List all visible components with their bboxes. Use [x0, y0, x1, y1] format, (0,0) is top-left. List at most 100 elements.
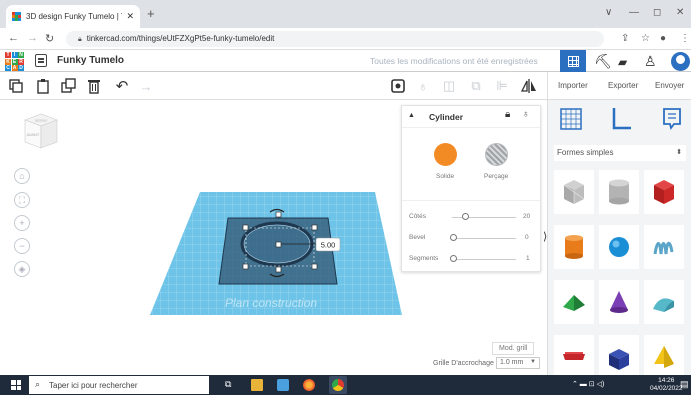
copy-icon[interactable] — [8, 78, 24, 94]
forward-arrow-icon[interactable]: → — [27, 32, 38, 44]
maximize-button[interactable]: ◻ — [653, 7, 661, 18]
segments-slider-track[interactable] — [452, 259, 516, 260]
save-status: Toutes les modifications ont été enregis… — [370, 56, 538, 66]
search-icon: ⌕ — [35, 379, 41, 389]
shape-tile[interactable] — [554, 335, 594, 375]
avatar[interactable] — [671, 52, 690, 71]
resize-handle[interactable] — [275, 266, 282, 273]
resize-handle[interactable] — [311, 224, 318, 231]
browser-tab[interactable]: 3D design Funky Tumelo | Tinke ✕ — [6, 5, 140, 28]
shape-tile[interactable] — [599, 225, 639, 269]
mirror-icon[interactable] — [521, 78, 537, 94]
redo-icon[interactable]: → — [138, 78, 154, 94]
shape-tile[interactable] — [644, 225, 684, 269]
design-list-icon[interactable] — [35, 54, 47, 67]
menu-kebab-icon[interactable]: ⋮ — [680, 33, 690, 44]
bevel-slider-knob[interactable] — [450, 234, 457, 241]
shape-tile[interactable] — [644, 335, 684, 375]
paste-icon[interactable] — [35, 78, 51, 94]
firefox-icon[interactable] — [303, 379, 315, 391]
shape-tile[interactable] — [554, 225, 594, 269]
snap-grid-label: Grille D'accrochage — [433, 360, 494, 367]
segments-slider-knob[interactable] — [450, 255, 457, 262]
chrome-icon[interactable] — [332, 379, 344, 391]
bevel-slider-track[interactable] — [452, 238, 516, 239]
shape-tile[interactable] — [599, 170, 639, 214]
cylinder-hole-icon — [609, 179, 629, 205]
teams-icon[interactable] — [277, 379, 289, 391]
solid-color-swatch[interactable] — [434, 143, 457, 166]
add-user-icon[interactable]: ♙ — [644, 53, 657, 70]
browser-tab-bar: 3D design Funky Tumelo | Tinke ✕ + ∨ — ◻… — [0, 0, 691, 28]
param-label: Bevel — [409, 234, 426, 241]
scribble-icon — [653, 241, 674, 255]
solid-label: Solide — [436, 173, 455, 180]
collapse-arrow-icon[interactable]: ▲ — [408, 112, 415, 119]
profile-icon[interactable]: ● — [660, 33, 666, 44]
tinkercad-logo[interactable]: T I N K E R C A D — [5, 52, 24, 71]
file-explorer-icon[interactable] — [251, 379, 263, 391]
resize-handle[interactable] — [311, 263, 318, 270]
taskbar-search-input[interactable]: ⌕ Taper ici pour rechercher — [29, 376, 209, 394]
share-icon[interactable]: ⇪ — [621, 33, 629, 44]
url-field[interactable]: 🔒︎ tinkercad.com/things/eUtFZXgPt5e-funky… — [66, 31, 604, 47]
taskbar-clock[interactable]: 14:26 04/02/2022 — [650, 377, 683, 393]
reload-icon[interactable]: ↻ — [45, 32, 54, 45]
system-tray-icons[interactable]: ⌃ ▬ ⊡ ◁) — [572, 380, 604, 388]
resize-handle[interactable] — [242, 263, 249, 270]
logo-letter: C — [5, 65, 11, 71]
3d-view-button[interactable] — [560, 50, 586, 72]
grid-icon — [567, 55, 579, 67]
align-icon[interactable]: ⊫ — [494, 78, 510, 94]
dimension-value[interactable]: 5.00 — [321, 241, 336, 250]
undo-icon[interactable]: ↶ — [114, 78, 130, 95]
back-arrow-icon[interactable]: ← — [8, 32, 19, 44]
import-export-bar: Importer Exporter Envoyer — [547, 72, 691, 100]
tab-close-icon[interactable]: ✕ — [126, 11, 134, 22]
param-value: 0 — [525, 234, 529, 241]
shape-tile[interactable] — [599, 280, 639, 324]
category-label: Formes simples — [557, 148, 614, 157]
notes-icon[interactable] — [390, 78, 406, 94]
ungroup-icon[interactable]: ⧉ — [468, 78, 484, 94]
sides-slider-knob[interactable] — [462, 213, 469, 220]
pickaxe-icon[interactable]: ⛏ — [594, 53, 612, 70]
task-view-icon[interactable]: ⧉ — [225, 379, 237, 391]
export-button[interactable]: Exporter — [608, 81, 638, 90]
close-window-button[interactable]: ✕ — [676, 7, 684, 18]
minimize-button[interactable]: — — [629, 7, 639, 18]
project-name[interactable]: Funky Tumelo — [57, 55, 124, 66]
windows-start-icon[interactable] — [11, 380, 21, 390]
shape-tile[interactable] — [644, 280, 684, 324]
center-handle[interactable] — [275, 241, 282, 248]
notification-icon[interactable]: ▤ — [680, 379, 689, 390]
resize-handle[interactable] — [242, 224, 249, 231]
shape-tile[interactable] — [554, 280, 594, 324]
ruler-icon[interactable] — [611, 106, 633, 132]
lock-shape-icon[interactable]: 🔒︎ — [505, 109, 510, 120]
new-tab-button[interactable]: + — [147, 6, 155, 21]
shape-tile[interactable] — [554, 170, 594, 214]
snap-grid-select[interactable]: 1.0 mm ▼ — [496, 357, 540, 369]
duplicate-icon[interactable] — [61, 78, 77, 94]
shape-tile[interactable] — [599, 335, 639, 375]
group-icon[interactable]: ◫ — [441, 78, 457, 94]
light-bulb-visibility-icon[interactable]: ♁ — [522, 109, 530, 120]
send-button[interactable]: Envoyer — [655, 81, 684, 90]
hole-swatch[interactable] — [485, 143, 508, 166]
pyramid-icon — [654, 346, 674, 368]
edit-grid-button[interactable]: Mod. grill — [492, 342, 535, 355]
star-icon[interactable]: ☆ — [641, 33, 650, 44]
light-bulb-icon[interactable]: ♁ — [415, 78, 431, 94]
trash-icon[interactable] — [86, 78, 102, 94]
tab-search-icon[interactable]: ∨ — [605, 7, 612, 18]
shape-tile[interactable] — [644, 170, 684, 214]
box-icon — [654, 180, 674, 204]
import-button[interactable]: Importer — [558, 81, 588, 90]
shape-category-select[interactable]: Formes simples ⬍ — [554, 145, 686, 161]
sphere-icon — [609, 237, 629, 257]
notes-comment-icon[interactable] — [662, 107, 682, 131]
briefcase-icon[interactable]: ▰ — [618, 55, 627, 69]
workplane-grid-icon[interactable] — [560, 108, 582, 130]
height-handle[interactable] — [275, 211, 282, 218]
